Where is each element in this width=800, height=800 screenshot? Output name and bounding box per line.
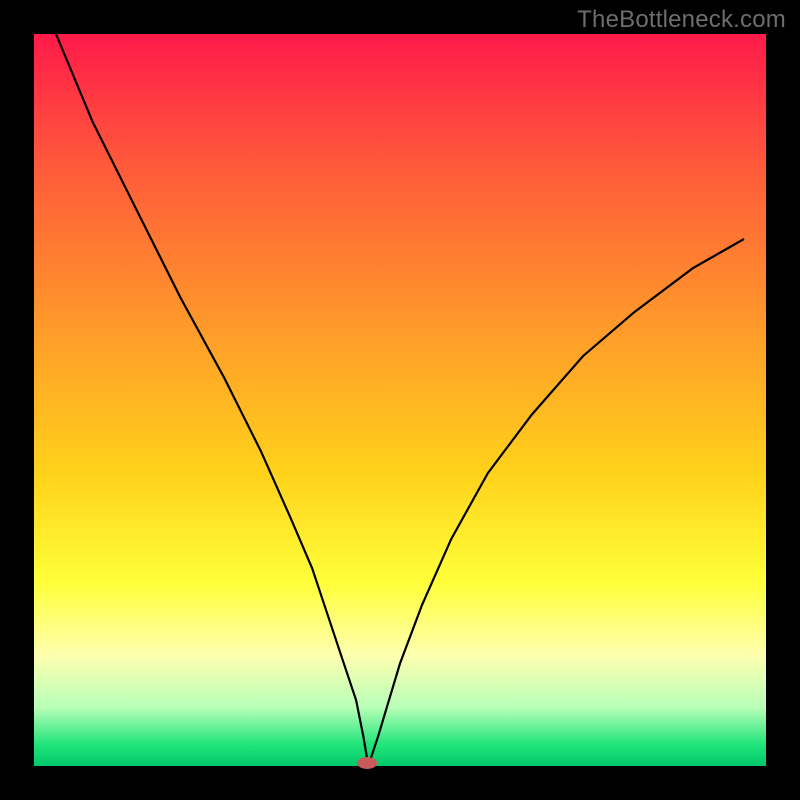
watermark-text: TheBottleneck.com — [577, 6, 786, 34]
plot-background — [34, 34, 766, 766]
optimal-marker — [357, 757, 377, 769]
bottleneck-chart — [0, 0, 800, 800]
chart-container: TheBottleneck.com — [0, 0, 800, 800]
